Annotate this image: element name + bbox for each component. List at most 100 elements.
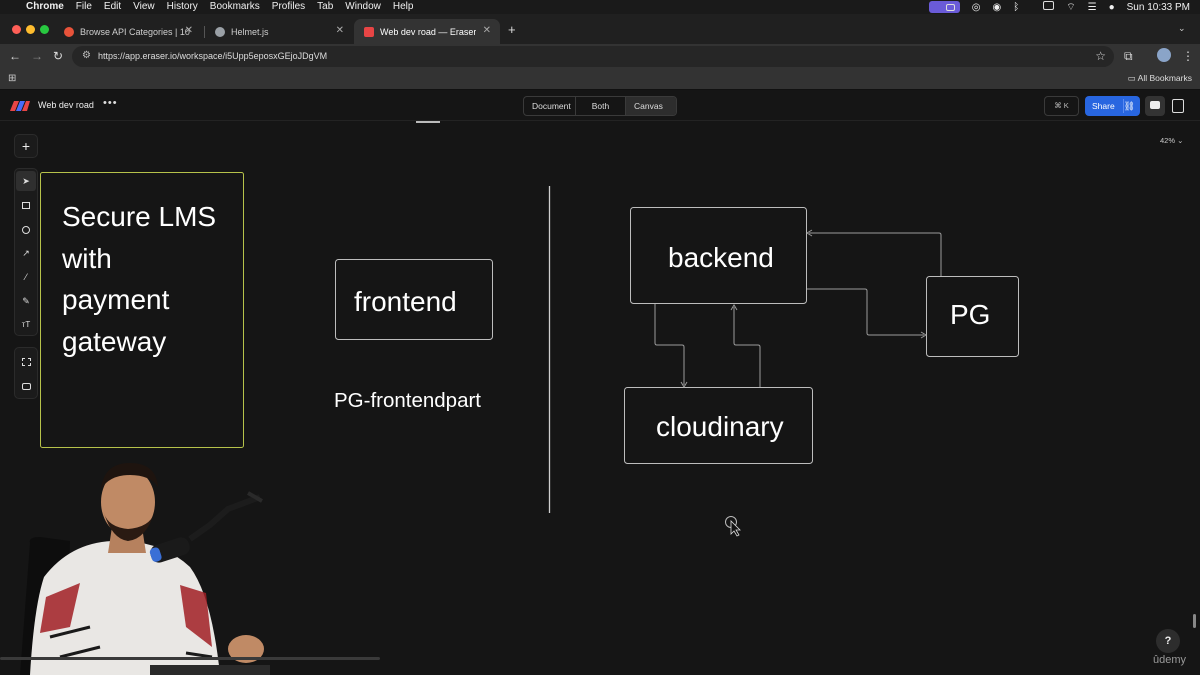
horizontal-scrollbar[interactable] bbox=[0, 657, 380, 660]
share-button[interactable]: Share ⛓ bbox=[1085, 96, 1140, 116]
share-label: Share bbox=[1092, 101, 1115, 111]
comment-tool-icon[interactable] bbox=[16, 376, 36, 396]
menu-chrome[interactable]: Chrome bbox=[26, 0, 64, 14]
tab-search-chevron-icon[interactable]: ⌄ bbox=[1178, 23, 1186, 34]
apps-grid-icon[interactable]: ⊞ bbox=[8, 73, 18, 84]
arrow-tool-icon[interactable]: ↗ bbox=[16, 243, 36, 263]
document-title[interactable]: Web dev road bbox=[38, 100, 94, 110]
copy-link-icon[interactable]: ⛓ bbox=[1124, 96, 1135, 116]
tab-title: Browse API Categories | 10,0 bbox=[80, 26, 190, 37]
bookmark-star-icon[interactable]: ☆ bbox=[1095, 49, 1106, 63]
zoom-value: 42% bbox=[1160, 136, 1176, 145]
eraser-favicon-icon bbox=[364, 26, 374, 37]
zoom-level[interactable]: 42% ⌄ bbox=[1160, 136, 1183, 145]
menu-window[interactable]: Window bbox=[345, 0, 381, 14]
eraser-logo-icon[interactable] bbox=[10, 101, 30, 111]
close-window-button[interactable] bbox=[12, 25, 21, 34]
screen-record-icon[interactable] bbox=[928, 1, 960, 13]
chrome-menu-icon[interactable]: ⋮ bbox=[1182, 49, 1194, 63]
note-line: gateway bbox=[62, 325, 167, 357]
menu-tab[interactable]: Tab bbox=[317, 0, 333, 14]
bluetooth-icon[interactable]: ᛒ bbox=[1013, 2, 1019, 13]
pg-frontend-caption[interactable]: PG-frontendpart bbox=[334, 389, 481, 413]
note-box-text[interactable]: Secure LMS with payment gateway bbox=[62, 196, 216, 362]
status-icon[interactable]: ◎ bbox=[972, 2, 981, 13]
macos-menu-bar: Chrome File Edit View History Bookmarks … bbox=[0, 0, 1200, 14]
comment-icon bbox=[1150, 101, 1160, 109]
site-info-icon[interactable]: ⚙ bbox=[82, 50, 91, 61]
url-text[interactable]: https://app.eraser.io/workspace/i5Upp5ep… bbox=[98, 51, 327, 61]
back-arrow-icon[interactable]: ← bbox=[9, 49, 21, 63]
tab-title: Helmet.js bbox=[231, 26, 269, 37]
browser-toolbar: ← → ↻ ⚙ https://app.eraser.io/workspace/… bbox=[0, 44, 1200, 68]
view-mode-toggle: Document Both Canvas bbox=[523, 96, 677, 116]
tab-favicon-icon bbox=[64, 26, 74, 37]
diagram-canvas[interactable]: Secure LMS with payment gateway frontend… bbox=[0, 121, 1200, 675]
rectangle-tool-icon[interactable] bbox=[16, 195, 36, 215]
maximize-window-button[interactable] bbox=[40, 25, 49, 34]
menu-bookmarks[interactable]: Bookmarks bbox=[210, 0, 260, 14]
extensions-icon[interactable]: ⧉ bbox=[1124, 49, 1133, 63]
udemy-watermark: ûdemy bbox=[1153, 654, 1187, 666]
export-icon[interactable] bbox=[1172, 99, 1184, 113]
text-tool-icon[interactable]: ᴛT bbox=[16, 315, 36, 335]
view-document-button[interactable]: Document bbox=[524, 97, 576, 115]
wifi-icon[interactable]: ⌔ bbox=[1066, 1, 1075, 14]
view-canvas-button[interactable]: Canvas bbox=[626, 97, 676, 115]
connector-cloudinary-to-backend[interactable] bbox=[733, 307, 761, 387]
close-tab-icon[interactable]: ✕ bbox=[336, 25, 344, 36]
line-tool-icon[interactable]: ⁄ bbox=[16, 267, 36, 287]
browser-tab[interactable]: Helmet.js ✕ bbox=[205, 19, 353, 44]
menu-edit[interactable]: Edit bbox=[104, 0, 121, 14]
all-bookmarks-folder[interactable]: ▭ All Bookmarks bbox=[1128, 73, 1192, 84]
comments-button[interactable] bbox=[1145, 96, 1165, 116]
help-button[interactable]: ? bbox=[1156, 629, 1180, 653]
reload-icon[interactable]: ↻ bbox=[53, 49, 63, 63]
connector-backend-to-cloudinary[interactable] bbox=[654, 304, 685, 385]
vertical-scrollbar[interactable] bbox=[1193, 614, 1196, 628]
display-icon[interactable] bbox=[1031, 1, 1055, 13]
add-button[interactable]: + bbox=[14, 134, 38, 158]
secondary-toolbar bbox=[14, 347, 38, 399]
connector-backend-to-pg[interactable] bbox=[807, 288, 924, 336]
drawing-toolbar: ➤ ↗ ⁄ ✎ ᴛT bbox=[14, 168, 38, 336]
siri-icon[interactable]: ● bbox=[1109, 2, 1115, 13]
more-options-icon[interactable]: ••• bbox=[103, 97, 118, 109]
menubar-clock[interactable]: Sun 10:33 PM bbox=[1127, 2, 1190, 13]
menu-file[interactable]: File bbox=[76, 0, 92, 14]
frontend-label[interactable]: frontend bbox=[354, 286, 457, 318]
bookmarks-bar: ⊞ ▭ All Bookmarks bbox=[0, 68, 1200, 90]
menu-help[interactable]: Help bbox=[393, 0, 414, 14]
cloudinary-label[interactable]: cloudinary bbox=[656, 411, 784, 443]
mouse-cursor-icon bbox=[725, 516, 741, 537]
menu-view[interactable]: View bbox=[133, 0, 155, 14]
note-line: Secure LMS bbox=[62, 201, 217, 232]
minimize-window-button[interactable] bbox=[26, 25, 35, 34]
app-header: Web dev road ••• Document Both Canvas ⌘ … bbox=[0, 90, 1200, 121]
note-line: with bbox=[62, 242, 112, 274]
menu-history[interactable]: History bbox=[167, 0, 198, 14]
close-tab-icon[interactable]: ✕ bbox=[483, 25, 491, 36]
pen-tool-icon[interactable]: ✎ bbox=[16, 291, 36, 311]
pg-label[interactable]: PG bbox=[950, 299, 990, 331]
view-both-button[interactable]: Both bbox=[576, 97, 626, 115]
close-tab-icon[interactable]: ✕ bbox=[185, 25, 193, 36]
menu-profiles[interactable]: Profiles bbox=[272, 0, 305, 14]
ellipse-tool-icon[interactable] bbox=[16, 219, 36, 239]
browser-tab[interactable]: Browse API Categories | 10,0 ✕ bbox=[54, 19, 202, 44]
new-tab-button[interactable]: + bbox=[508, 22, 516, 37]
browser-tab-active[interactable]: Web dev road — Eraser ✕ bbox=[354, 19, 500, 44]
profile-avatar[interactable] bbox=[1157, 48, 1171, 62]
folder-icon: ▭ bbox=[1127, 73, 1138, 83]
control-center-icon[interactable]: ☰ bbox=[1088, 2, 1097, 13]
note-line: payment bbox=[62, 284, 170, 315]
backend-label[interactable]: backend bbox=[668, 242, 774, 274]
command-palette-button[interactable]: ⌘ K bbox=[1044, 96, 1079, 116]
media-icon[interactable]: ◉ bbox=[992, 2, 1001, 13]
tab-favicon-icon bbox=[215, 26, 225, 37]
address-bar[interactable]: ⚙ https://app.eraser.io/workspace/i5Upp5… bbox=[72, 46, 1114, 67]
frame-tool-icon[interactable] bbox=[16, 351, 36, 371]
forward-arrow-icon[interactable]: → bbox=[31, 49, 43, 63]
connector-pg-to-backend[interactable] bbox=[809, 232, 942, 276]
select-tool-icon[interactable]: ➤ bbox=[16, 171, 36, 191]
